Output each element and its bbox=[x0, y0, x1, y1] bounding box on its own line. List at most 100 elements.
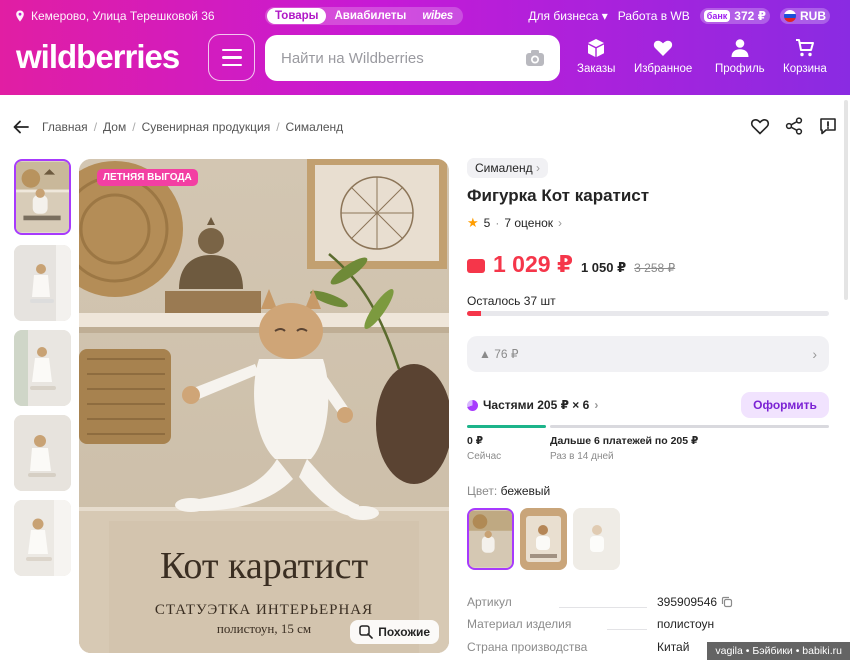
russia-flag-icon bbox=[784, 10, 796, 22]
segment-goods[interactable]: Товары bbox=[267, 8, 327, 24]
swatch-image bbox=[573, 508, 620, 570]
similar-label: Похожие bbox=[378, 625, 430, 639]
gallery-thumbnail[interactable] bbox=[14, 245, 71, 321]
pay-later-amount: Дальше 6 платежей по 205 ₽ bbox=[550, 435, 699, 447]
header-top-right: Для бизнеса ▾ Работа в WB банк 372 ₽ RUB bbox=[528, 8, 830, 24]
similar-button[interactable]: Похожие bbox=[350, 620, 439, 644]
thumbnail-image bbox=[14, 415, 71, 491]
box-icon bbox=[588, 39, 605, 57]
breadcrumb-separator: / bbox=[132, 120, 136, 134]
nav-favorites[interactable]: Избранное bbox=[634, 38, 692, 75]
price-regular: 1 050 ₽ bbox=[580, 260, 627, 275]
arrow-left-icon[interactable] bbox=[12, 118, 30, 136]
spec-value: Китай bbox=[657, 640, 690, 654]
header: Кемерово, Улица Терешковой 36 Товары Ави… bbox=[0, 0, 850, 95]
thumbnail-image bbox=[16, 161, 69, 233]
location-selector[interactable]: Кемерово, Улица Терешковой 36 bbox=[14, 9, 215, 23]
page-scrollbar[interactable] bbox=[844, 100, 848, 300]
spec-row: Материал изделия полистоун bbox=[467, 617, 829, 631]
menu-icon-line bbox=[221, 63, 242, 67]
menu-button[interactable] bbox=[208, 34, 255, 81]
thumbnail-image bbox=[14, 330, 71, 406]
main-product-image[interactable]: ЛЕТНЯЯ ВЫГОДА Кот каратист СТАТУЭТКА ИНТ… bbox=[79, 159, 449, 653]
installment-order-button[interactable]: Оформить bbox=[741, 392, 829, 418]
chevron-right-icon: › bbox=[535, 161, 540, 175]
nav-profile-label: Профиль bbox=[715, 63, 765, 75]
similar-search-icon bbox=[359, 625, 374, 639]
brand-name: Сималенд bbox=[475, 161, 533, 175]
menu-icon bbox=[221, 48, 242, 52]
stock-bar bbox=[467, 311, 829, 316]
spec-divider bbox=[607, 629, 647, 630]
color-swatch[interactable] bbox=[520, 508, 567, 570]
pay-now-amount: 0 ₽ bbox=[467, 435, 484, 447]
report-icon[interactable] bbox=[818, 116, 838, 136]
search-bar bbox=[265, 35, 560, 81]
delivery-option[interactable]: ▲ 76 ₽ › bbox=[467, 336, 829, 372]
reviews-count: 7 оценок bbox=[504, 216, 553, 230]
spec-row: Артикул 395909546 bbox=[467, 595, 829, 609]
spec-value: полистоун bbox=[657, 617, 715, 631]
brand-link[interactable]: Сималенд › bbox=[467, 158, 548, 178]
nav-favorites-label: Избранное bbox=[634, 63, 693, 75]
gallery-thumbnail[interactable] bbox=[14, 330, 71, 406]
menu-icon-line bbox=[221, 56, 242, 59]
breadcrumb-item[interactable]: Главная bbox=[42, 120, 88, 134]
price-wallet: 1 029 ₽ bbox=[493, 251, 573, 277]
price-old: 3 258 ₽ bbox=[634, 261, 676, 275]
currency-selector[interactable]: RUB bbox=[780, 8, 830, 24]
nav-orders[interactable]: Заказы bbox=[577, 38, 615, 75]
work-link[interactable]: Работа в WB bbox=[618, 9, 690, 23]
gallery-thumbnail[interactable] bbox=[14, 159, 71, 235]
star-icon: ★ bbox=[467, 215, 479, 230]
stock-remaining: Осталось 37 шт bbox=[467, 294, 556, 308]
nav-cart[interactable]: Корзина bbox=[783, 38, 827, 75]
payment-progress-now bbox=[467, 425, 546, 428]
image-caption-title: Кот каратист bbox=[159, 545, 369, 587]
share-icon[interactable] bbox=[784, 116, 804, 136]
for-business-label: Для бизнеса bbox=[528, 9, 599, 23]
color-key: Цвет: bbox=[467, 484, 498, 498]
gallery-thumbnail[interactable] bbox=[14, 415, 71, 491]
breadcrumb-item[interactable]: Сувенирная продукция bbox=[142, 120, 271, 134]
gallery-thumbnail[interactable] bbox=[14, 500, 71, 576]
for-business-link[interactable]: Для бизнеса ▾ bbox=[528, 9, 607, 23]
heart-outline-icon[interactable] bbox=[750, 116, 770, 136]
copy-icon[interactable] bbox=[721, 596, 733, 608]
location-text: Кемерово, Улица Терешковой 36 bbox=[31, 9, 215, 23]
installment-info[interactable]: Частями 205 ₽ × 6 › bbox=[467, 398, 598, 412]
spec-key: Страна производства bbox=[467, 640, 588, 654]
segment-wibes[interactable]: wibes bbox=[414, 8, 460, 24]
breadcrumb: Главная / Дом / Сувенирная продукция / С… bbox=[12, 116, 838, 138]
product-actions bbox=[750, 116, 838, 136]
wildberries-logo[interactable]: wildberries bbox=[16, 38, 180, 76]
breadcrumb-item[interactable]: Дом bbox=[103, 120, 126, 134]
price-block: 1 029 ₽ 1 050 ₽ 3 258 ₽ bbox=[467, 251, 675, 278]
search-input[interactable] bbox=[281, 49, 524, 67]
product-title: Фигурка Кот каратист bbox=[467, 186, 650, 205]
breadcrumb-item[interactable]: Сималенд bbox=[286, 120, 344, 134]
segment-flights[interactable]: Авиабилеты bbox=[326, 8, 414, 24]
thumbnail-image bbox=[14, 500, 71, 576]
pay-later-label: Раз в 14 дней bbox=[550, 451, 614, 462]
stock-bar-fill bbox=[467, 311, 482, 316]
camera-search-icon[interactable] bbox=[524, 47, 546, 69]
swatch-image bbox=[469, 510, 512, 568]
delivery-value: ▲ 76 ₽ bbox=[479, 347, 519, 361]
bank-balance[interactable]: банк 372 ₽ bbox=[699, 8, 770, 24]
spec-divider bbox=[559, 607, 647, 608]
rating-summary[interactable]: ★ 5 · 7 оценок › bbox=[467, 215, 562, 231]
wallet-icon bbox=[467, 259, 485, 273]
nav-orders-label: Заказы bbox=[577, 63, 616, 75]
watermark: vagila • Бэйбики • babiki.ru bbox=[707, 642, 850, 660]
pay-now-label: Сейчас bbox=[467, 451, 502, 462]
bank-label: банк bbox=[703, 10, 731, 22]
catalog-switcher: Товары Авиабилеты wibes bbox=[265, 7, 463, 25]
color-value: бежевый bbox=[500, 484, 551, 498]
nav-profile[interactable]: Профиль bbox=[715, 38, 765, 75]
color-swatch[interactable] bbox=[467, 508, 514, 570]
chevron-right-icon: › bbox=[558, 216, 562, 230]
pie-chart-icon bbox=[467, 399, 478, 411]
article-number: 395909546 bbox=[657, 595, 718, 609]
color-swatch[interactable] bbox=[573, 508, 620, 570]
